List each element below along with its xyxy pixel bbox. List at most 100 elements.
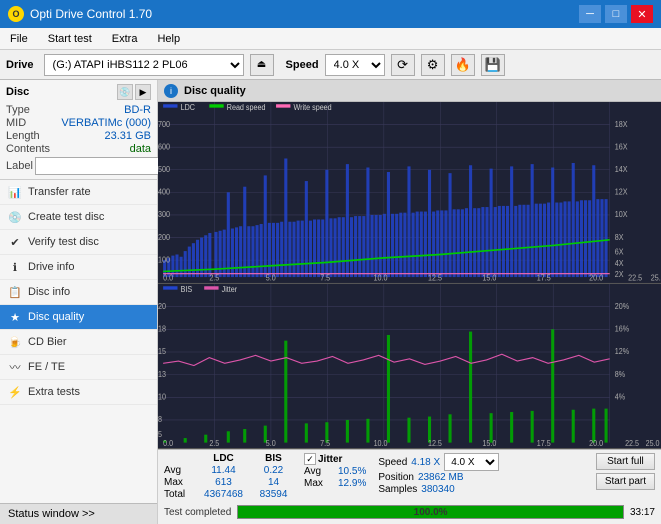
nav-cd-bier[interactable]: 🍺 CD Bier: [0, 330, 157, 355]
svg-text:5.0: 5.0: [266, 438, 276, 447]
refresh-icon[interactable]: ⟳: [391, 54, 415, 76]
nav-fe-te-label: FE / TE: [28, 361, 65, 373]
status-window-button[interactable]: Status window >>: [0, 503, 157, 524]
minimize-button[interactable]: ─: [579, 5, 601, 23]
app-title: Opti Drive Control 1.70: [30, 7, 152, 21]
svg-text:5: 5: [158, 429, 162, 438]
jitter-checkbox[interactable]: ✓: [304, 453, 316, 465]
nav-extra-tests-label: Extra tests: [28, 386, 80, 398]
disc-section: Disc 💿 ▶ Type BD-R MID VERBATIMc (000) L…: [0, 80, 157, 180]
disc-quality-header-icon: i: [164, 84, 178, 98]
svg-text:5.0: 5.0: [266, 273, 276, 282]
svg-text:2.5: 2.5: [209, 438, 219, 447]
progress-label: 100.0%: [238, 506, 623, 518]
svg-text:20.0: 20.0: [589, 438, 603, 447]
nav-verify-test-disc[interactable]: ✔ Verify test disc: [0, 230, 157, 255]
speed-select[interactable]: 4.0 X: [325, 54, 385, 76]
avg-bis: 0.22: [251, 465, 296, 476]
svg-text:BIS: BIS: [181, 284, 193, 293]
speed-position-section: Speed 4.18 X 4.0 X Position 23862 MB Sam…: [378, 453, 499, 495]
jitter-max-label: Max: [304, 478, 336, 489]
svg-text:700: 700: [158, 120, 170, 129]
nav-disc-info[interactable]: 📋 Disc info: [0, 280, 157, 305]
settings-icon[interactable]: ⚙: [421, 54, 445, 76]
disc-info-icon: 📋: [8, 285, 22, 299]
menu-file[interactable]: File: [6, 31, 32, 47]
menu-start-test[interactable]: Start test: [44, 31, 96, 47]
nav-drive-info-label: Drive info: [28, 261, 74, 273]
total-label: Total: [164, 489, 196, 500]
main-layout: Disc 💿 ▶ Type BD-R MID VERBATIMc (000) L…: [0, 80, 661, 524]
svg-text:600: 600: [158, 142, 170, 151]
nav-create-test-disc[interactable]: 💿 Create test disc: [0, 205, 157, 230]
nav-transfer-rate[interactable]: 📊 Transfer rate: [0, 180, 157, 205]
disc-contents-row: Contents data: [6, 143, 151, 155]
speed-stat-label: Speed: [378, 457, 407, 468]
svg-text:7.5: 7.5: [320, 273, 330, 282]
cd-bier-icon: 🍺: [8, 335, 22, 349]
svg-text:15.0: 15.0: [482, 273, 496, 282]
svg-text:10X: 10X: [615, 210, 628, 219]
eject-button[interactable]: ⏏: [250, 54, 274, 76]
svg-text:7.5: 7.5: [320, 438, 330, 447]
svg-text:16X: 16X: [615, 142, 628, 151]
total-ldc: 4367468: [196, 489, 251, 500]
disc-label-input[interactable]: [35, 157, 175, 175]
start-part-button[interactable]: Start part: [596, 473, 655, 490]
drive-select[interactable]: (G:) ATAPI iHBS112 2 PL06: [44, 54, 244, 76]
disc-section-title: Disc: [6, 86, 29, 98]
svg-text:22.5: 22.5: [628, 273, 642, 282]
nav-fe-te[interactable]: 〰 FE / TE: [0, 355, 157, 380]
svg-text:8: 8: [158, 415, 162, 424]
maximize-button[interactable]: □: [605, 5, 627, 23]
extra-tests-icon: ⚡: [8, 385, 22, 399]
svg-text:8%: 8%: [615, 369, 626, 378]
window-controls: ─ □ ✕: [579, 5, 653, 23]
svg-text:12.5: 12.5: [428, 273, 442, 282]
svg-text:500: 500: [158, 165, 170, 174]
disc-contents-value: data: [130, 143, 151, 155]
svg-text:8X: 8X: [615, 232, 624, 241]
fe-te-icon: 〰: [8, 360, 22, 374]
avg-label: Avg: [164, 465, 196, 476]
svg-text:400: 400: [158, 187, 170, 196]
svg-text:17.5: 17.5: [537, 273, 551, 282]
svg-text:4X: 4X: [615, 258, 624, 267]
svg-text:200: 200: [158, 232, 170, 241]
nav-extra-tests[interactable]: ⚡ Extra tests: [0, 380, 157, 405]
menu-extra[interactable]: Extra: [108, 31, 142, 47]
nav-disc-quality[interactable]: ★ Disc quality: [0, 305, 157, 330]
svg-text:15.0: 15.0: [482, 438, 496, 447]
svg-text:300: 300: [158, 210, 170, 219]
close-button[interactable]: ✕: [631, 5, 653, 23]
save-icon[interactable]: 💾: [481, 54, 505, 76]
svg-text:17.5: 17.5: [537, 438, 551, 447]
disc-icon-1[interactable]: 💿: [117, 84, 133, 100]
svg-text:25.0 GB: 25.0 GB: [651, 273, 661, 282]
svg-text:Write speed: Write speed: [294, 103, 332, 112]
nav-drive-info[interactable]: ℹ Drive info: [0, 255, 157, 280]
svg-text:12.5: 12.5: [428, 438, 442, 447]
burn-icon[interactable]: 🔥: [451, 54, 475, 76]
disc-quality-title: Disc quality: [184, 85, 246, 97]
samples-label: Samples: [378, 484, 417, 495]
disc-type-value: BD-R: [124, 104, 151, 116]
svg-text:14X: 14X: [615, 165, 628, 174]
disc-label-key: Label: [6, 160, 33, 172]
jitter-max: 12.9%: [338, 478, 366, 489]
speed-stat-select[interactable]: 4.0 X: [444, 453, 499, 471]
svg-text:12X: 12X: [615, 187, 628, 196]
svg-text:12%: 12%: [615, 347, 630, 356]
jitter-avg: 10.5%: [338, 466, 366, 477]
app-logo: O: [8, 6, 24, 22]
svg-text:25.0 GB: 25.0 GB: [646, 438, 661, 447]
svg-text:10: 10: [158, 392, 166, 401]
max-ldc: 613: [196, 477, 251, 488]
svg-text:15: 15: [158, 347, 166, 356]
menu-help[interactable]: Help: [153, 31, 184, 47]
disc-icon-2[interactable]: ▶: [135, 84, 151, 100]
drive-toolbar: Drive (G:) ATAPI iHBS112 2 PL06 ⏏ Speed …: [0, 50, 661, 80]
speed-label: Speed: [286, 59, 319, 71]
start-full-button[interactable]: Start full: [596, 453, 655, 470]
charts-area: LDC Read speed Write speed 700 600 500 4…: [158, 102, 661, 449]
